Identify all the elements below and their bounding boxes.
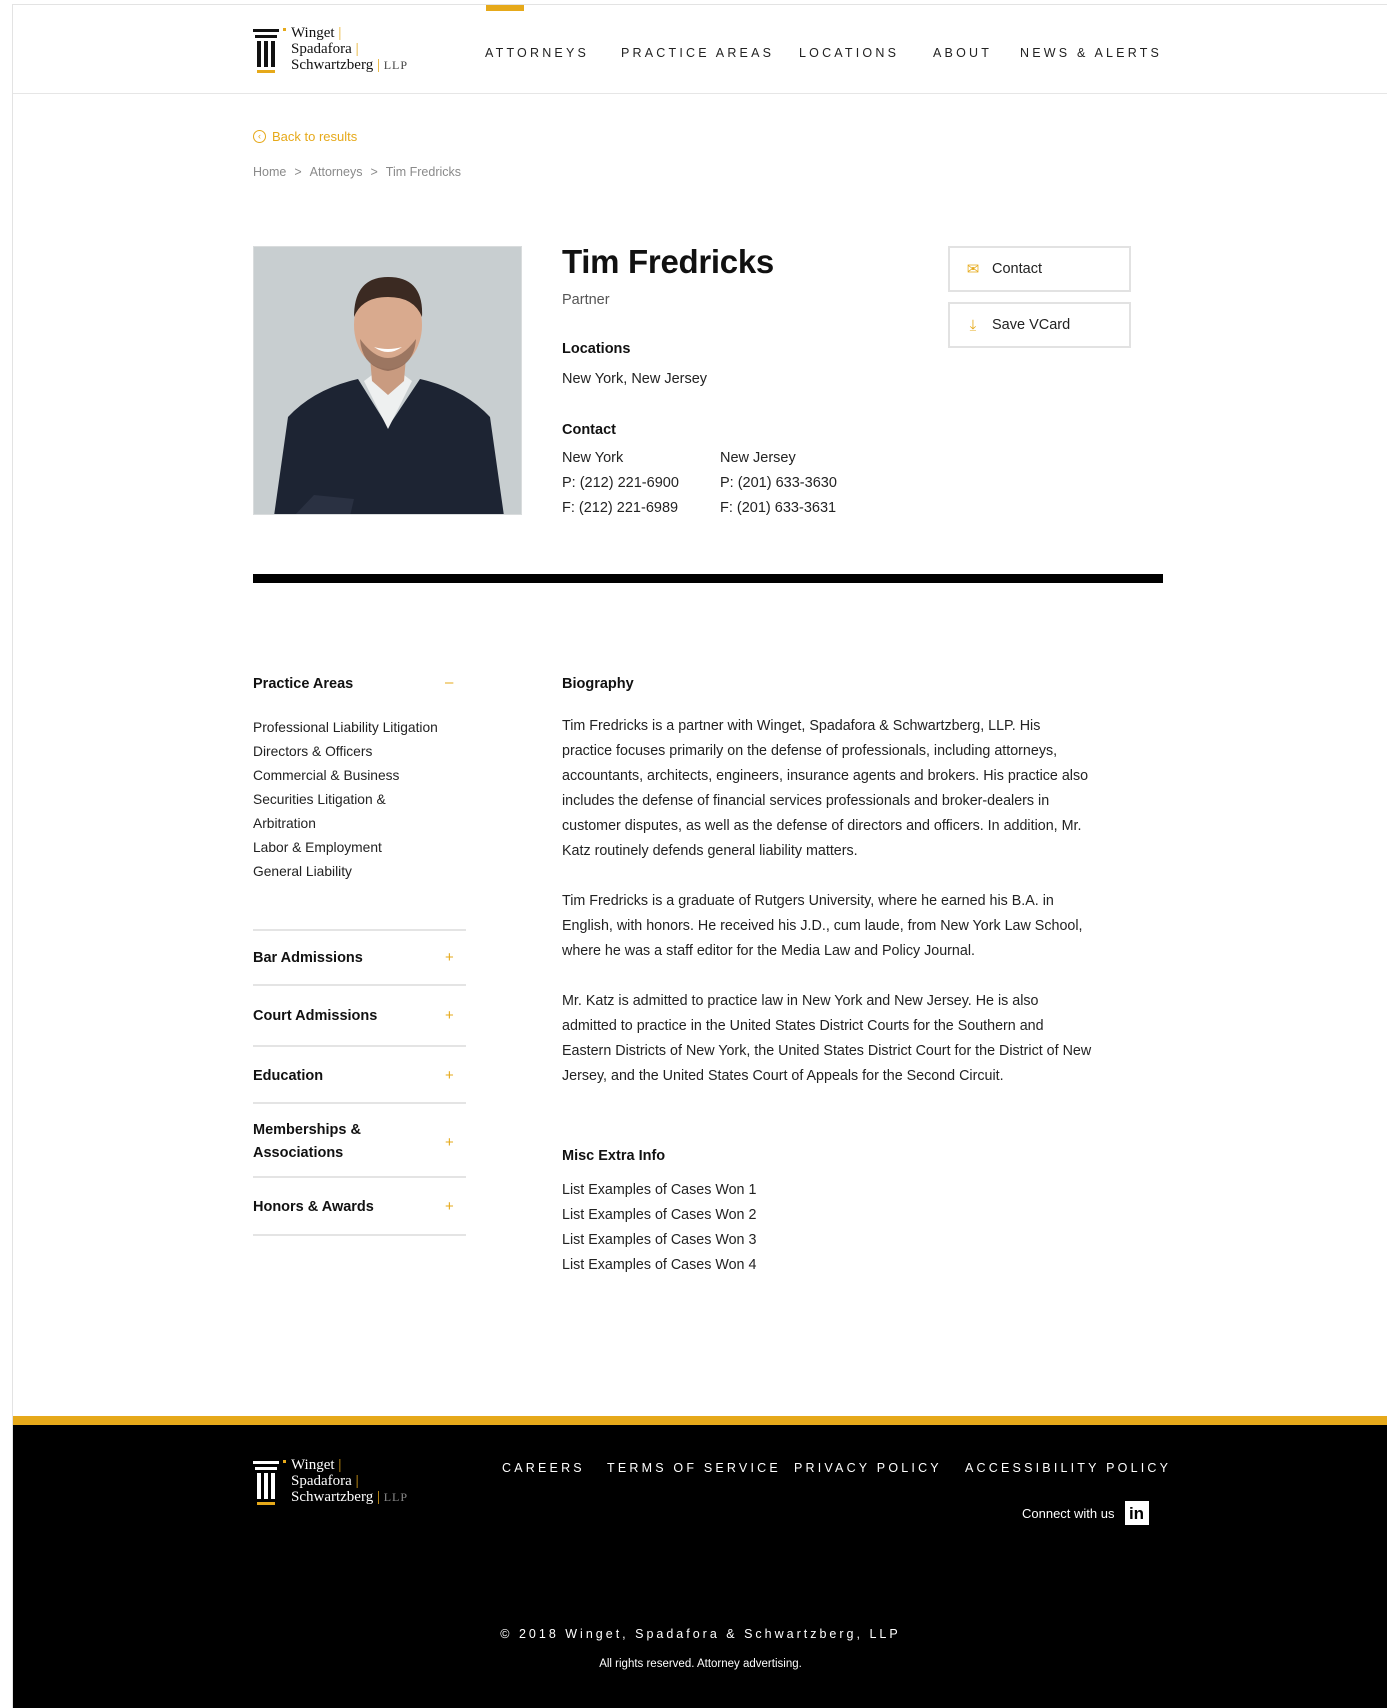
office-fax: F: (201) 633-3631: [720, 500, 837, 516]
linkedin-icon[interactable]: in: [1124, 1501, 1149, 1525]
nav-item-locations[interactable]: LOCATIONS: [799, 46, 899, 60]
office-city: New York: [562, 450, 624, 466]
download-icon: ⤓: [969, 316, 977, 334]
connect-label: Connect with us: [1022, 1505, 1115, 1521]
accordion-divider: [253, 929, 466, 931]
memberships-heading-line-2[interactable]: Associations: [253, 1145, 343, 1161]
office-phone[interactable]: P: (212) 221-6900: [562, 475, 679, 491]
save-vcard-label: Save VCard: [992, 317, 1071, 333]
logo-line-3: Schwartzberg: [291, 1489, 374, 1505]
memberships-heading[interactable]: Memberships &: [253, 1122, 361, 1138]
office-phone[interactable]: P: (201) 633-3630: [720, 475, 837, 491]
attorney-photo: [253, 246, 522, 515]
attorney-title: Partner: [562, 292, 610, 308]
plus-icon[interactable]: +: [445, 1198, 454, 1215]
accordion-divider: [253, 1102, 466, 1104]
breadcrumb-attorneys[interactable]: Attorneys: [310, 165, 363, 179]
page: Winget | Spadafora | Schwartzberg | LLP …: [12, 4, 1387, 1708]
contact-heading: Contact: [562, 422, 616, 438]
breadcrumb: Home > Attorneys > Tim Fredricks: [253, 165, 461, 179]
main-nav: ATTORNEYS PRACTICE AREAS LOCATIONS ABOUT…: [13, 5, 1387, 94]
locations-value: New York, New Jersey: [562, 371, 708, 387]
list-item[interactable]: General Liability: [253, 860, 463, 884]
list-item[interactable]: Commercial & Business: [253, 764, 463, 788]
biography-paragraph: Tim Fredricks is a graduate of Rutgers U…: [562, 893, 1083, 959]
attorney-name: Tim Fredricks: [562, 243, 774, 280]
breadcrumb-home[interactable]: Home: [253, 165, 286, 179]
plus-icon[interactable]: +: [445, 949, 454, 966]
site-footer: Winget | Spadafora | Schwartzberg | LLP …: [13, 1416, 1387, 1708]
list-item[interactable]: Securities Litigation &: [253, 788, 463, 812]
breadcrumb-separator: >: [370, 165, 378, 179]
list-item: List Examples of Cases Won 3: [562, 1232, 757, 1248]
court-admissions-heading[interactable]: Court Admissions: [253, 1008, 377, 1024]
nav-item-about[interactable]: ABOUT: [933, 46, 992, 60]
footer-logo[interactable]: Winget | Spadafora | Schwartzberg | LLP: [253, 1455, 433, 1511]
site-header: Winget | Spadafora | Schwartzberg | LLP …: [13, 5, 1387, 94]
nav-item-practice-areas[interactable]: PRACTICE AREAS: [621, 46, 774, 60]
pillar-icon: [253, 1461, 279, 1507]
contact-button[interactable]: ✉ Contact: [948, 246, 1131, 292]
list-item[interactable]: Arbitration: [253, 812, 463, 836]
breadcrumb-current: Tim Fredricks: [385, 165, 462, 179]
list-item: List Examples of Cases Won 1: [562, 1182, 757, 1198]
biography-heading: Biography: [562, 676, 634, 692]
social-connect: Connect with us in: [1022, 1501, 1149, 1525]
honors-awards-heading[interactable]: Honors & Awards: [253, 1199, 374, 1215]
list-item[interactable]: Directors & Officers: [253, 740, 463, 764]
portrait-image: [254, 247, 521, 514]
plus-icon[interactable]: +: [445, 1067, 454, 1084]
education-heading[interactable]: Education: [253, 1068, 323, 1084]
list-item[interactable]: Professional Liability Litigation: [253, 716, 463, 740]
accordion-divider: [253, 1234, 466, 1236]
save-vcard-button[interactable]: ⤓ Save VCard: [948, 302, 1131, 348]
logo-line-1: Winget: [291, 1457, 335, 1473]
biography-paragraph: Tim Fredricks is a partner with Winget, …: [562, 718, 1089, 859]
logo-line-2: Spadafora: [291, 1473, 352, 1489]
back-to-results-label: Back to results: [272, 129, 358, 144]
biography-paragraph: Mr. Katz is admitted to practice law in …: [562, 993, 1092, 1084]
nav-active-indicator: [486, 5, 524, 11]
locations-heading: Locations: [562, 341, 631, 357]
accordion-divider: [253, 984, 466, 986]
plus-icon[interactable]: +: [445, 1134, 454, 1151]
breadcrumb-separator: >: [294, 165, 302, 179]
footer-link-careers[interactable]: CAREERS: [502, 1461, 585, 1475]
nav-item-news-alerts[interactable]: NEWS & ALERTS: [1020, 46, 1162, 60]
rights-notice: All rights reserved. Attorney advertisin…: [599, 1658, 802, 1670]
plus-icon[interactable]: +: [445, 1007, 454, 1024]
accordion-divider: [253, 1045, 466, 1047]
footer-link-privacy[interactable]: PRIVACY POLICY: [794, 1461, 942, 1475]
footer-accent-bar: [13, 1416, 1387, 1425]
contact-button-label: Contact: [992, 261, 1042, 277]
envelope-icon: ✉: [966, 261, 980, 278]
list-item: List Examples of Cases Won 4: [562, 1257, 757, 1273]
footer-link-terms[interactable]: TERMS OF SERVICE: [607, 1461, 781, 1475]
office-city: New Jersey: [720, 450, 796, 466]
office-fax: F: (212) 221-6989: [562, 500, 679, 516]
logo-suffix: LLP: [383, 1490, 409, 1504]
practice-areas-heading[interactable]: Practice Areas: [253, 676, 353, 692]
list-item: List Examples of Cases Won 2: [562, 1207, 757, 1223]
collapse-icon[interactable]: –: [445, 674, 453, 691]
bar-admissions-heading[interactable]: Bar Admissions: [253, 950, 363, 966]
section-divider: [253, 574, 1163, 583]
list-item[interactable]: Labor & Employment: [253, 836, 463, 860]
back-to-results-link[interactable]: ‹ Back to results: [253, 129, 357, 144]
misc-list: List Examples of Cases Won 1 List Exampl…: [562, 1178, 756, 1278]
footer-link-accessibility[interactable]: ACCESSIBILITY POLICY: [965, 1461, 1171, 1475]
practice-areas-list: Professional Liability Litigation Direct…: [253, 716, 463, 884]
chevron-left-icon: ‹: [253, 130, 266, 143]
accordion-divider: [253, 1176, 466, 1178]
copyright: © 2018 Winget, Spadafora & Schwartzberg,…: [500, 1627, 901, 1641]
nav-item-attorneys[interactable]: ATTORNEYS: [485, 46, 589, 60]
misc-heading: Misc Extra Info: [562, 1148, 666, 1164]
